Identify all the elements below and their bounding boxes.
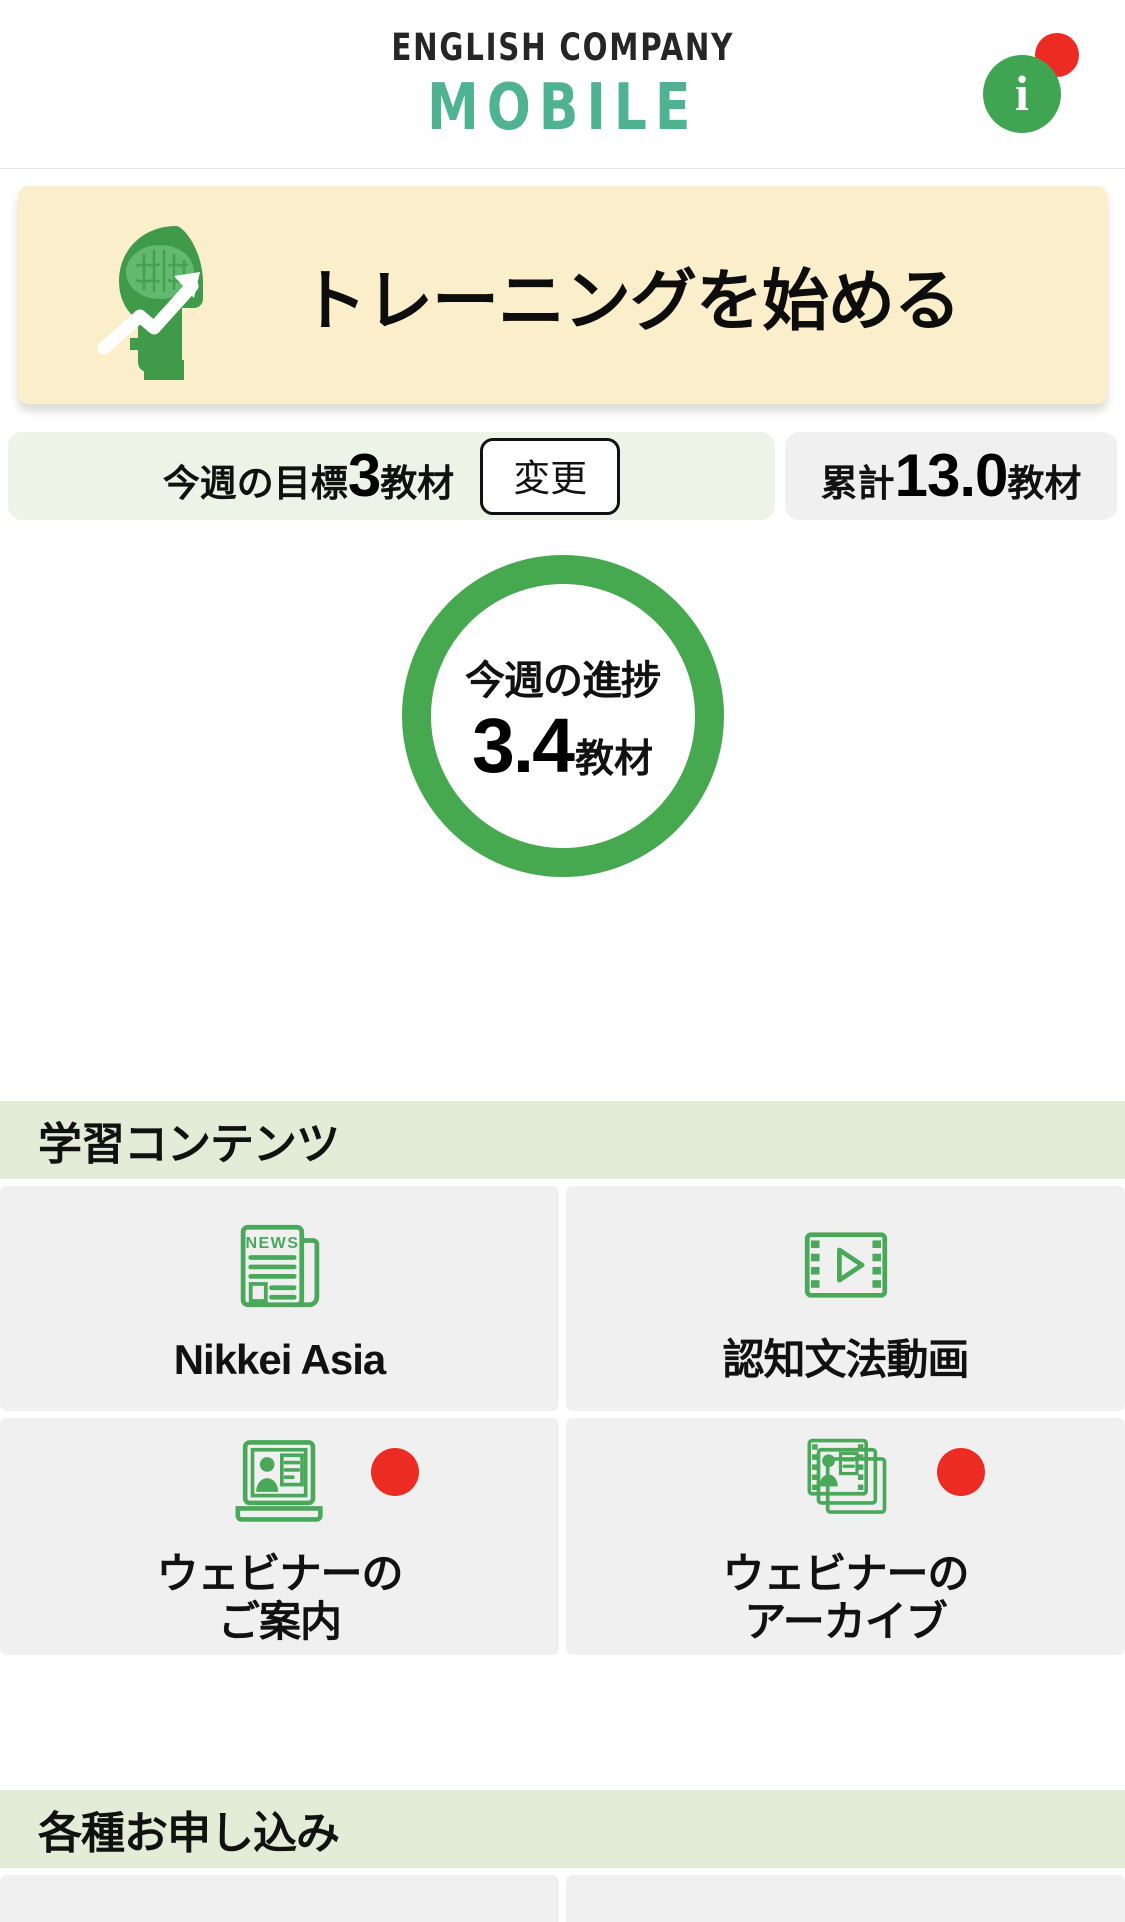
content-card-nikkei-asia[interactable]: NEWS Nikkei Asia <box>0 1186 559 1411</box>
content-card-label-line2: ご案内 <box>217 1597 342 1645</box>
laptop-webinar-icon <box>225 1428 335 1532</box>
content-card-label: ウェビナーの アーカイブ <box>722 1550 969 1645</box>
application-card[interactable] <box>0 1875 559 1922</box>
weekly-progress-value: 3.4 <box>471 702 575 789</box>
app-logo: ENGLISH COMPANY MOBILE <box>368 29 758 140</box>
logo-text-primary: ENGLISH COMPANY <box>391 25 734 69</box>
content-card-label: ウェビナーの ご案内 <box>156 1550 403 1645</box>
start-training-label: トレーニングを始める <box>300 263 961 339</box>
app-root: ENGLISH COMPANY MOBILE i トレーニングを始める 今週の目… <box>0 0 1125 1922</box>
cumulative-label: 累計 <box>820 462 895 504</box>
app-header: ENGLISH COMPANY MOBILE i <box>0 0 1125 169</box>
weekly-goal-unit: 教材 <box>380 462 455 504</box>
cumulative-value: 13.0 <box>894 441 1009 509</box>
section-title: 各種お申し込み <box>38 1809 340 1858</box>
content-card-label-line1: ウェビナーの <box>722 1550 969 1598</box>
section-header-learning-content: 学習コンテンツ <box>0 1101 1125 1179</box>
info-button[interactable]: i <box>983 33 1079 133</box>
info-icon-glyph: i <box>1015 64 1029 121</box>
stats-row: 今週の目標 3 教材 変更 累計 13.0 教材 <box>8 432 1117 520</box>
applications-grid <box>0 1868 1125 1922</box>
start-training-banner[interactable]: トレーニングを始める <box>18 186 1107 404</box>
svg-text:NEWS: NEWS <box>245 1234 299 1252</box>
content-card-webinar-archive[interactable]: ウェビナーの アーカイブ <box>566 1418 1125 1655</box>
section-header-applications: 各種お申し込み <box>0 1790 1125 1868</box>
logo-text-secondary: MOBILE <box>426 70 699 145</box>
weekly-progress-area: 今週の進捗 3.4 教材 <box>0 540 1125 890</box>
cumulative-total-card: 累計 13.0 教材 <box>785 432 1117 520</box>
weekly-goal-label: 今週の目標 <box>162 462 348 504</box>
brain-head-growth-icon <box>88 210 258 380</box>
content-card-label: 認知文法動画 <box>722 1335 969 1383</box>
content-card-grammar-video[interactable]: 認知文法動画 <box>566 1186 1125 1411</box>
weekly-progress-ring: 今週の進捗 3.4 教材 <box>401 555 724 877</box>
content-card-label: Nikkei Asia <box>173 1335 387 1383</box>
newspaper-news-icon: NEWS <box>228 1214 332 1318</box>
weekly-goal-card: 今週の目標 3 教材 変更 <box>8 432 775 520</box>
content-card-webinar-info[interactable]: ウェビナーの ご案内 <box>0 1418 559 1655</box>
change-goal-button[interactable]: 変更 <box>480 437 621 515</box>
film-stack-archive-icon <box>791 1428 901 1532</box>
info-icon[interactable]: i <box>983 55 1061 133</box>
film-play-icon <box>794 1214 898 1318</box>
weekly-progress-label: 今週の進捗 <box>465 658 661 703</box>
weekly-progress-unit: 教材 <box>575 737 654 781</box>
weekly-goal-value: 3 <box>347 441 381 509</box>
content-card-label-line2: アーカイブ <box>744 1597 947 1645</box>
learning-content-grid: NEWS Nikkei Asia 認知文法動画 ウェビナーの ご案内 ウェビナー… <box>0 1179 1125 1655</box>
application-card[interactable] <box>566 1875 1125 1922</box>
notification-dot-icon <box>371 1448 419 1496</box>
cumulative-unit: 教材 <box>1007 462 1082 504</box>
notification-dot-icon <box>937 1448 985 1496</box>
content-card-label-line1: ウェビナーの <box>156 1550 403 1598</box>
section-title: 学習コンテンツ <box>38 1120 340 1169</box>
